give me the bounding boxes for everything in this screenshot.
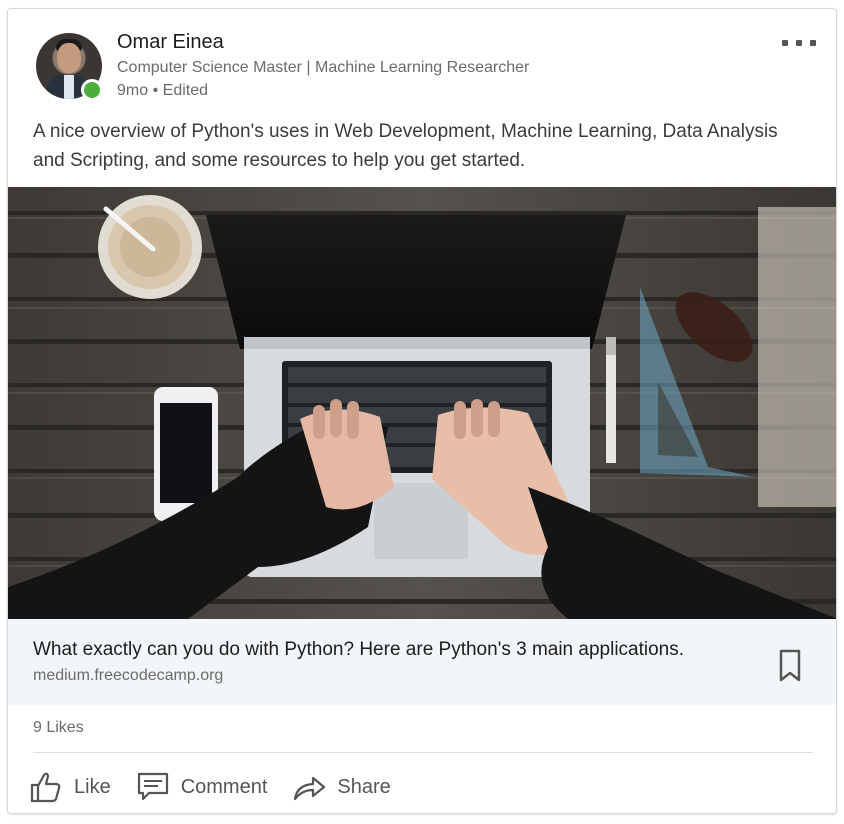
bookmark-button[interactable] bbox=[778, 649, 802, 683]
post-text: A nice overview of Python's uses in Web … bbox=[33, 121, 778, 171]
likes-count[interactable]: 9 Likes bbox=[33, 719, 84, 737]
post-meta: 9mo • Edited bbox=[117, 82, 208, 100]
post-time: 9mo bbox=[117, 82, 149, 99]
share-arrow-icon bbox=[294, 776, 326, 801]
thumbs-up-icon bbox=[30, 772, 61, 803]
link-title[interactable]: What exactly can you do with Python? Her… bbox=[33, 639, 684, 661]
comment-icon bbox=[137, 772, 168, 801]
comment-button[interactable]: Comment bbox=[135, 769, 268, 805]
share-label: Share bbox=[337, 775, 391, 798]
link-preview[interactable]: What exactly can you do with Python? Her… bbox=[8, 619, 836, 705]
like-label: Like bbox=[74, 775, 111, 798]
comment-label: Comment bbox=[180, 775, 268, 798]
more-icon bbox=[782, 40, 788, 46]
share-button[interactable]: Share bbox=[291, 769, 391, 805]
feed-post-card: Omar Einea Computer Science Master | Mac… bbox=[7, 8, 837, 814]
more-options-button[interactable] bbox=[782, 35, 816, 51]
edited-label: Edited bbox=[162, 82, 209, 99]
online-status-indicator bbox=[81, 79, 103, 101]
post-image[interactable] bbox=[8, 187, 836, 619]
like-button[interactable]: Like bbox=[28, 769, 111, 805]
author-name[interactable]: Omar Einea bbox=[117, 31, 224, 54]
post-header: Omar Einea Computer Science Master | Mac… bbox=[8, 9, 836, 119]
actions-divider bbox=[33, 752, 813, 753]
bookmark-icon bbox=[779, 649, 801, 682]
social-actions-bar: Like Comment Share bbox=[28, 765, 415, 809]
author-headline: Computer Science Master | Machine Learni… bbox=[117, 59, 530, 76]
link-source: medium.freecodecamp.org bbox=[33, 667, 224, 684]
meta-separator: • bbox=[152, 82, 159, 99]
